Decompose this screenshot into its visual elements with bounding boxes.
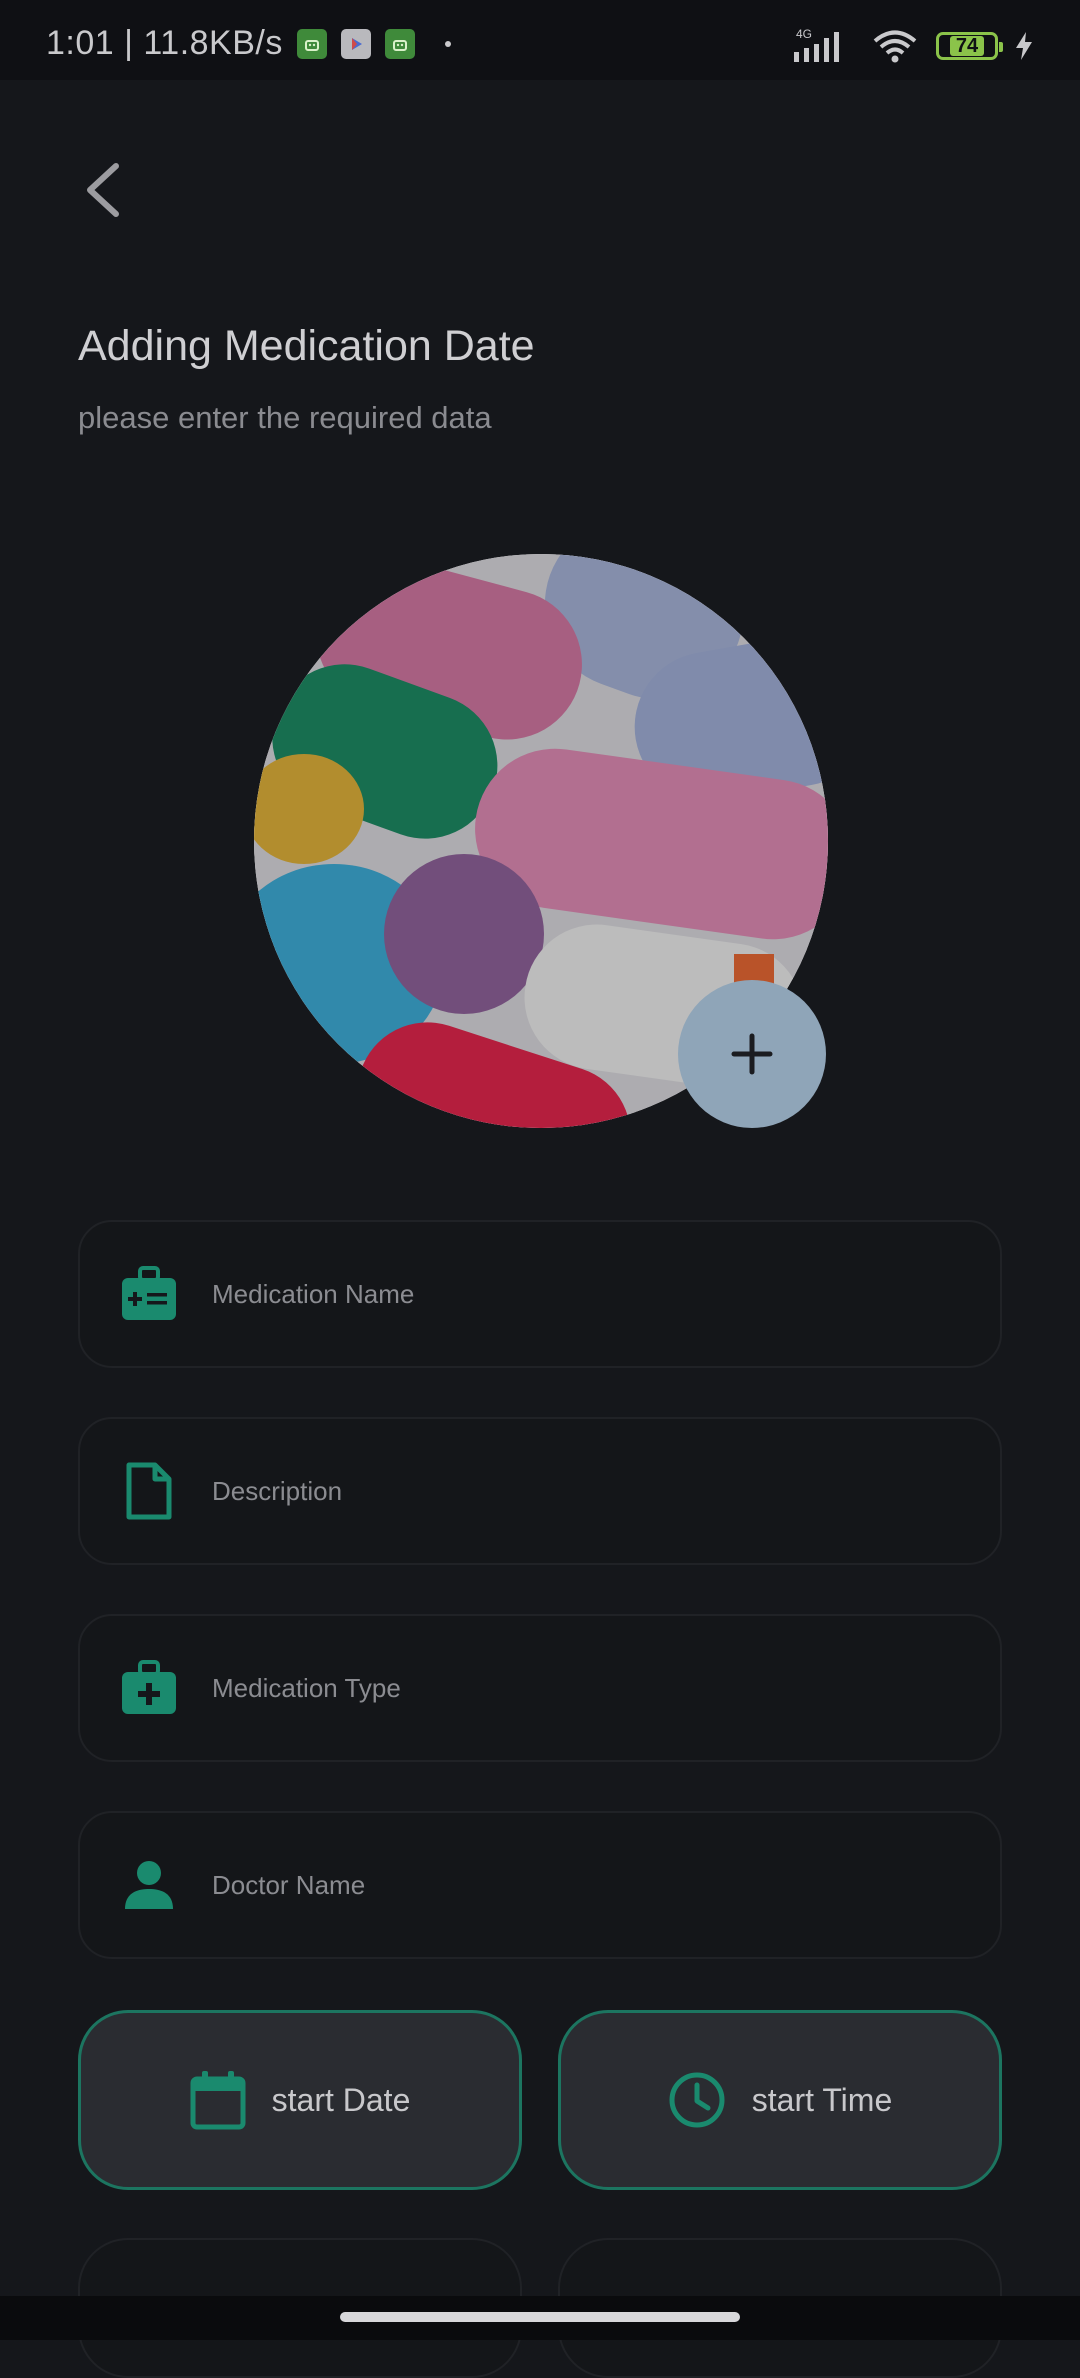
description-input[interactable]: [210, 1418, 1000, 1564]
battery-level: 74: [949, 36, 985, 56]
start-date-label: start Date: [271, 2081, 411, 2118]
status-bar: 1:01 | 11.8KB/s 4G 74: [0, 0, 1080, 80]
network-label: 4G: [796, 27, 812, 41]
play-store-icon: [340, 28, 371, 59]
android-notification-icon: [384, 28, 415, 59]
signal-icon: 4G: [794, 27, 839, 62]
start-time-button[interactable]: start Time: [558, 2010, 1002, 2190]
medication-name-input[interactable]: [210, 1221, 1000, 1367]
notification-dot: [444, 40, 451, 47]
medication-type-field[interactable]: [78, 1614, 1002, 1762]
medication-name-field[interactable]: [78, 1220, 1002, 1368]
android-notification-icon: [296, 28, 327, 59]
page-title: Adding Medication Date: [78, 322, 535, 370]
status-time: 1:01 | 11.8KB/s: [46, 24, 283, 62]
charging-icon: [1016, 32, 1032, 60]
status-right: 4G 74: [790, 26, 1034, 66]
status-left: 1:01 | 11.8KB/s: [46, 24, 451, 63]
doctor-name-field[interactable]: [78, 1811, 1002, 1959]
plus-icon: [731, 1033, 773, 1075]
first-aid-kit-icon: [116, 1655, 182, 1721]
page-subtitle: please enter the required data: [78, 400, 492, 435]
person-icon: [116, 1852, 182, 1918]
medication-type-input[interactable]: [210, 1615, 1000, 1761]
start-date-button[interactable]: start Date: [78, 2010, 522, 2190]
wifi-icon: [873, 30, 917, 63]
home-handle[interactable]: [340, 2312, 740, 2322]
add-photo-button[interactable]: [678, 980, 826, 1128]
battery-icon: 74: [936, 32, 1003, 60]
start-time-label: start Time: [751, 2081, 893, 2118]
document-icon: [116, 1458, 182, 1524]
medical-bag-icon: [116, 1261, 182, 1327]
navigation-bar: [0, 2296, 1080, 2340]
back-button[interactable]: [76, 158, 132, 222]
description-field[interactable]: [78, 1417, 1002, 1565]
doctor-name-input[interactable]: [210, 1812, 1000, 1958]
calendar-icon: [190, 2071, 246, 2130]
clock-icon: [669, 2072, 725, 2128]
chevron-left-icon: [87, 163, 119, 217]
